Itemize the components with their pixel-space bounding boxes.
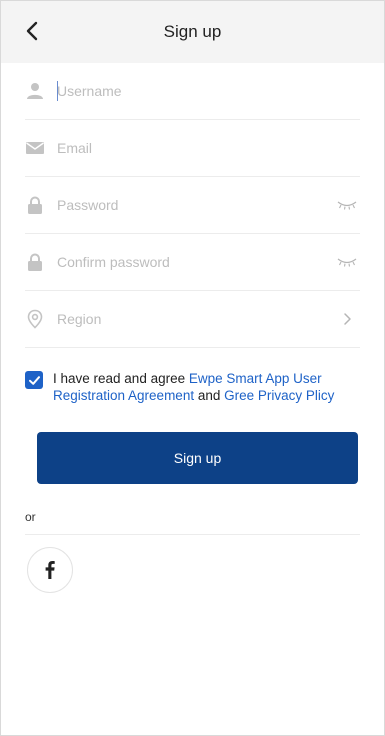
page-title: Sign up xyxy=(163,22,222,41)
privacy-policy-link[interactable]: Gree Privacy Plicy xyxy=(224,388,334,403)
location-pin-icon xyxy=(27,309,43,329)
mail-icon xyxy=(26,142,44,154)
agreement-middle: and xyxy=(194,388,225,403)
lock-icon xyxy=(28,196,42,214)
check-icon xyxy=(28,375,40,385)
email-row xyxy=(25,120,360,177)
text-cursor xyxy=(57,81,58,101)
user-icon xyxy=(27,83,43,99)
app-screen: Sign up Username Email Region I have rea… xyxy=(0,0,385,736)
agreement-text: I have read and agree Ewpe Smart App Use… xyxy=(53,370,360,404)
region-label: Region xyxy=(57,311,102,327)
or-divider: or xyxy=(25,510,360,535)
hidden-eye-icon[interactable] xyxy=(336,198,358,212)
password-row xyxy=(25,177,360,234)
signup-button[interactable]: Sign up xyxy=(37,432,358,484)
username-row xyxy=(25,63,360,120)
username-input[interactable] xyxy=(57,79,360,103)
email-input[interactable] xyxy=(57,136,360,160)
lock-icon xyxy=(28,253,42,271)
chevron-right-icon xyxy=(344,313,351,325)
hidden-eye-icon[interactable] xyxy=(336,255,358,269)
agreement-checkbox[interactable] xyxy=(25,371,43,389)
region-selector[interactable]: Region xyxy=(25,291,360,348)
header-bar: Sign up xyxy=(1,1,384,63)
agreement-row: I have read and agree Ewpe Smart App Use… xyxy=(25,370,360,404)
confirm-password-row xyxy=(25,234,360,291)
signup-form: Region xyxy=(1,63,384,348)
facebook-login-button[interactable] xyxy=(27,547,73,593)
password-input[interactable] xyxy=(57,193,336,217)
agreement-prefix: I have read and agree xyxy=(53,371,189,386)
facebook-icon xyxy=(45,561,55,579)
back-arrow-icon[interactable] xyxy=(21,19,45,43)
confirm-password-input[interactable] xyxy=(57,250,336,274)
